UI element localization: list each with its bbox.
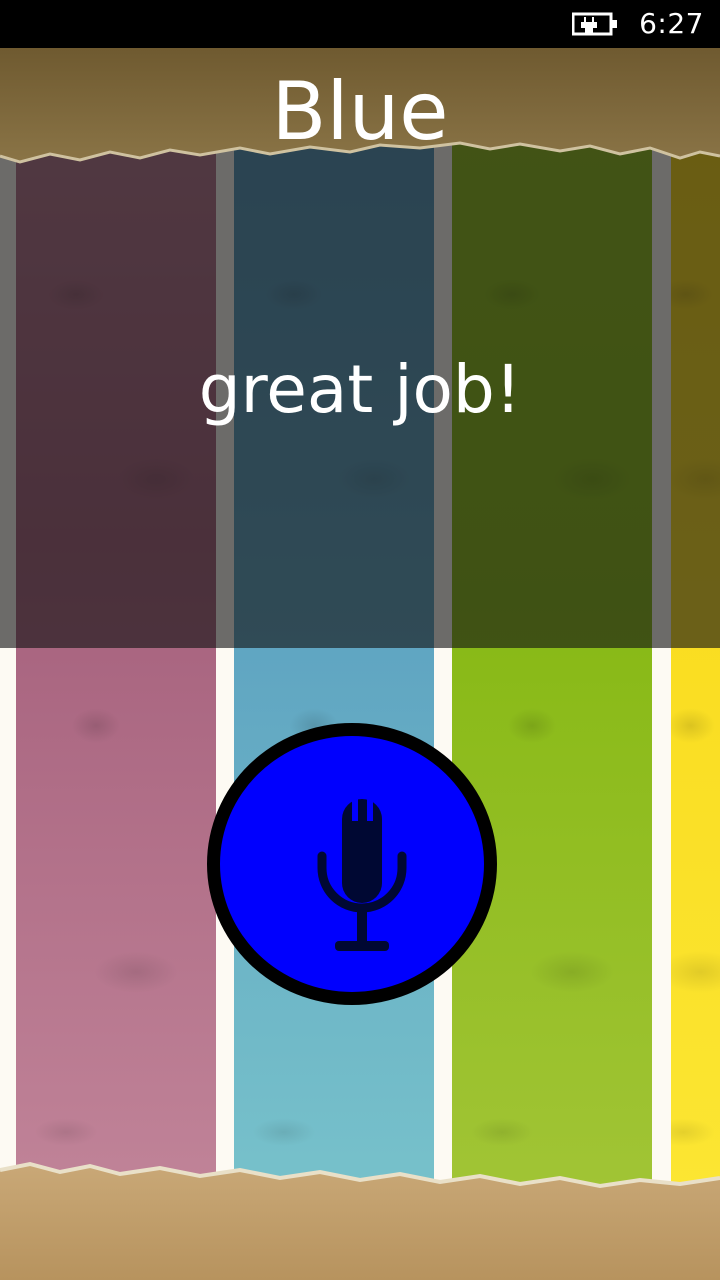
microphone-button[interactable] [207,723,497,1005]
status-time: 6:27 [639,7,704,40]
torn-paper-footer [0,1161,720,1280]
microphone-icon [317,799,407,951]
feedback-text: great job! [198,351,522,428]
color-word-title: Blue [271,65,449,158]
battery-charging-icon [572,12,617,36]
status-bar: 6:27 [0,0,720,48]
